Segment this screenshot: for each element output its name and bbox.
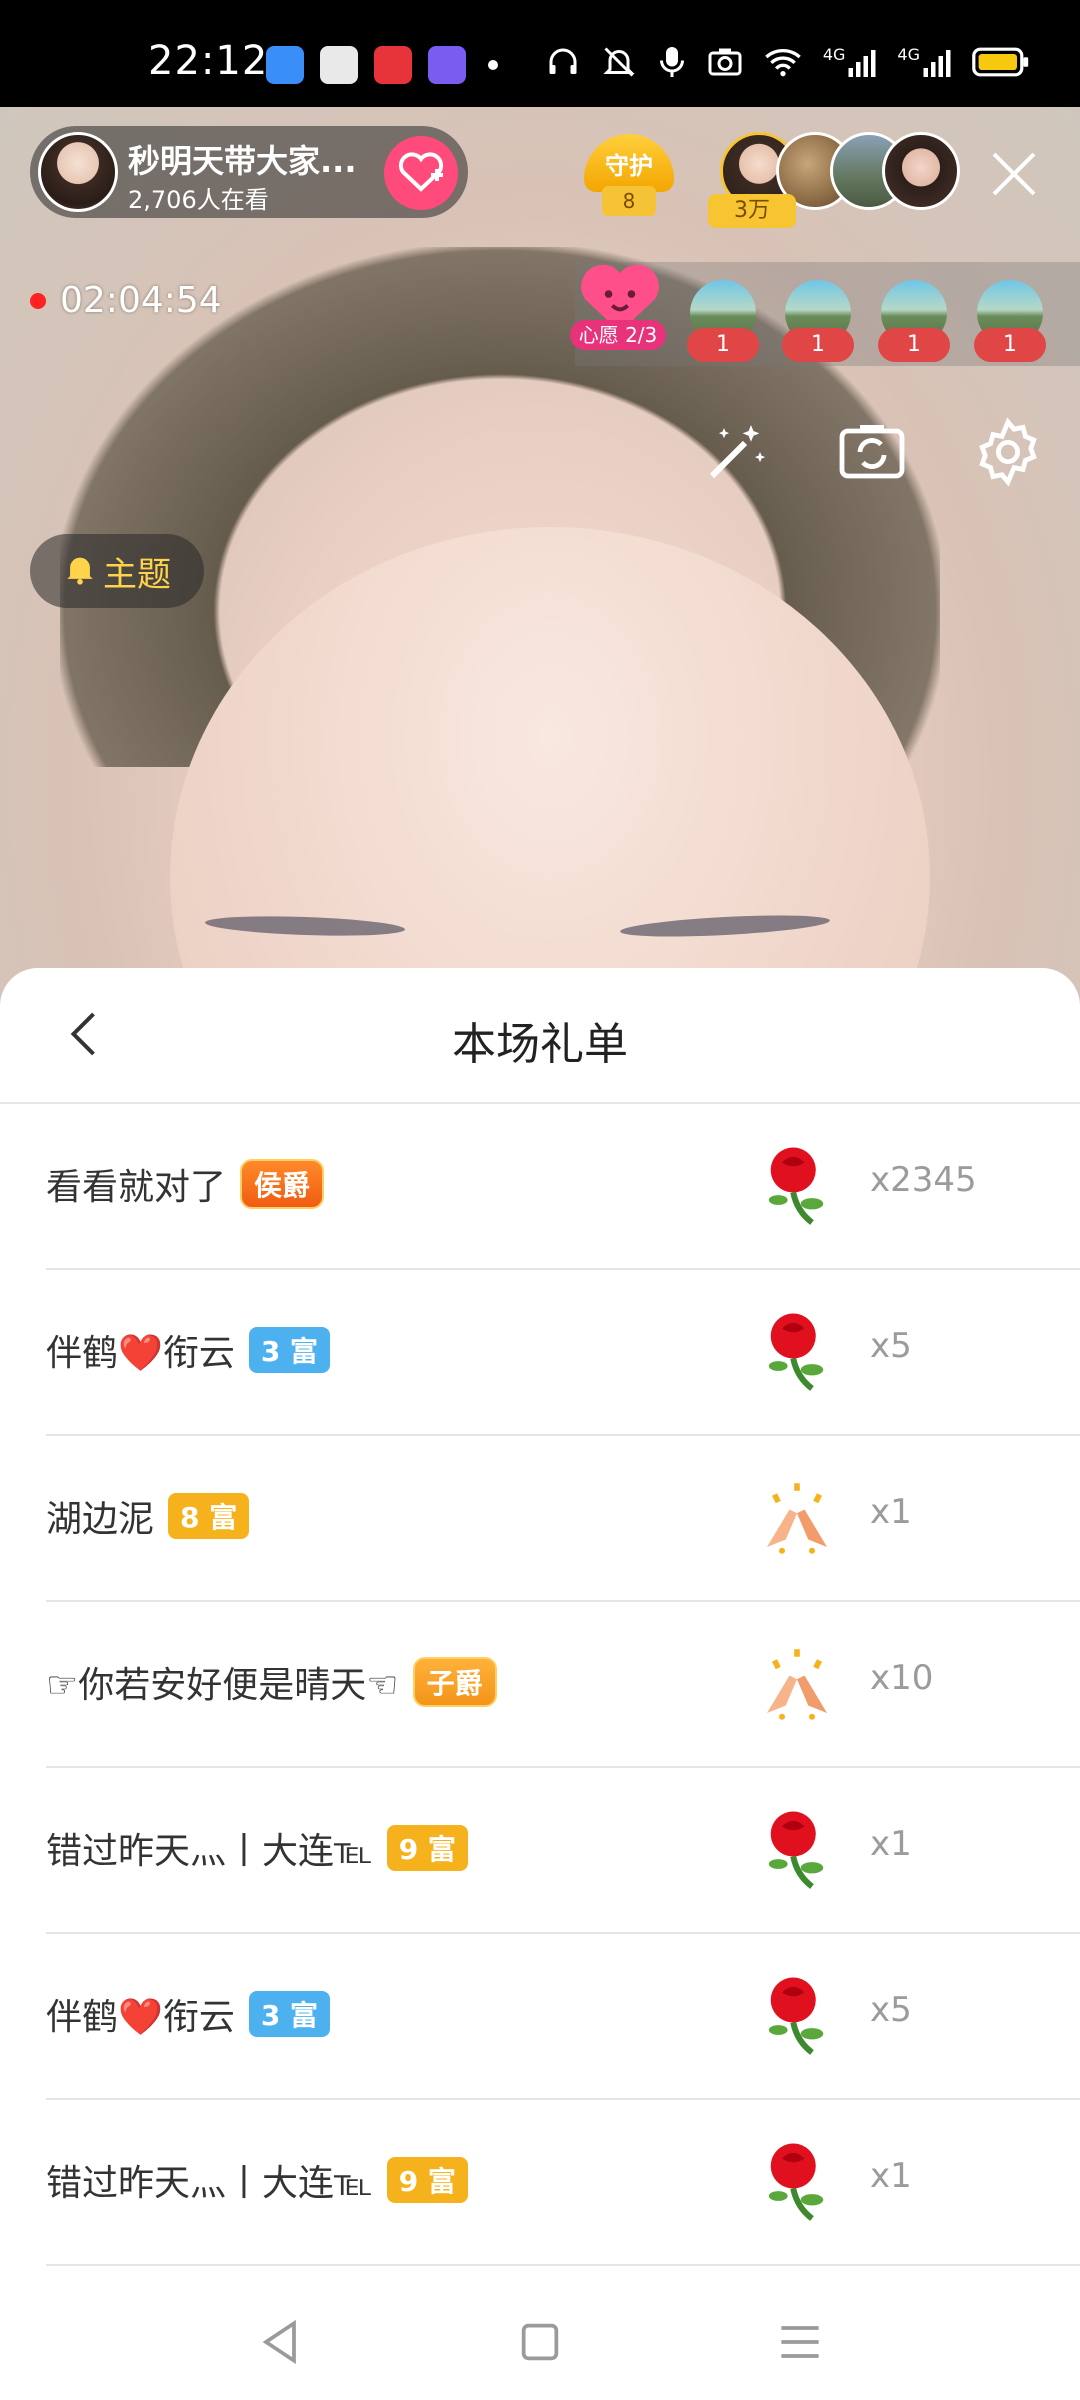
gift-quantity: x5 [870,1326,912,1366]
follow-button[interactable] [384,136,458,210]
rose-icon [752,1804,842,1894]
gifter: 看看就对了 侯爵 [46,1158,325,1210]
nav-back-button[interactable] [252,2314,308,2370]
gifter: 伴鹤❤️衔云 3 富 [46,1988,331,2040]
gifter: ☞你若安好便是晴天☜ 子爵 [46,1656,497,1708]
status-bar: 22:12 4G 4G [0,0,1080,107]
mute-bell-icon [601,44,637,80]
camera-icon [707,44,743,80]
guard-label: 守护 [584,134,674,192]
close-live-button[interactable] [984,144,1044,204]
list-item[interactable]: ☞你若安好便是晴天☜ 子爵 x10 [46,1602,1080,1768]
live-duration: 02:04:54 [60,280,222,321]
live-timer: 02:04:54 [30,280,222,321]
bell-icon [63,551,97,591]
signal-4g-icon: 4G [823,45,878,78]
system-nav-bar [0,2280,1080,2400]
noble-badge: 侯爵 [240,1159,325,1209]
status-time: 22:12 [148,38,269,84]
clapping-hands-icon [752,1638,842,1728]
wealth-badge: 9 富 [386,1825,468,1871]
gift-list: 看看就对了 侯爵 x2345 伴鹤❤️衔云 3 富 x5 湖边泥 8 富 x1 … [0,1104,1080,2266]
rose-icon [752,1970,842,2060]
wish-gift-count: 1 [687,328,759,362]
gifter-name: 伴鹤❤️衔云 [46,1333,235,1374]
wealth-badge: 8 富 [168,1493,250,1539]
gift-quantity: x10 [870,1658,934,1698]
switch-camera-button[interactable] [836,416,908,488]
status-indicators: 4G 4G [545,44,1030,80]
list-item[interactable]: 湖边泥 8 富 x1 [46,1436,1080,1602]
wealth-badge: 3 富 [248,1991,331,2037]
microphone-icon [657,44,687,80]
gifter: 湖边泥 8 富 [46,1490,250,1542]
list-item[interactable]: 看看就对了 侯爵 x2345 [46,1104,1080,1270]
guard-badge[interactable]: 守护 8 [584,134,674,218]
gifter-name: 错过昨天灬丨大连℡ [46,1831,373,1872]
square-home-icon [512,2323,568,2374]
settings-button[interactable] [972,416,1044,488]
wifi-icon [763,44,803,80]
viewer-avatar[interactable] [882,132,960,210]
streamer-name: 秒明天带大家... [128,142,357,180]
signal-4g-icon-2: 4G [897,45,952,78]
list-item[interactable]: 错过昨天灬丨大连℡ 9 富 x1 [46,2100,1080,2266]
wish-gift-count: 1 [878,328,950,362]
close-icon [984,152,1044,208]
gifter-name: ☞你若安好便是晴天☜ [46,1665,399,1706]
browser-icon [266,46,304,84]
list-item[interactable]: 错过昨天灬丨大连℡ 9 富 x1 [46,1768,1080,1934]
magic-wand-icon [700,425,772,492]
heart-plus-icon [397,149,445,197]
gifter-name: 湖边泥 [46,1499,155,1540]
gift-list-sheet: 本场礼单 看看就对了 侯爵 x2345 伴鹤❤️衔云 3 富 x5 湖边泥 8 … [0,968,1080,2400]
contribution-badge: 3万 [708,194,796,228]
clapping-hands-icon [752,1472,842,1562]
triangle-back-icon [252,2319,308,2374]
notification-dot-icon [488,60,498,70]
theme-label: 主题 [103,554,171,595]
guard-count: 8 [602,186,656,216]
gifter-name: 错过昨天灬丨大连℡ [46,2163,373,2204]
wish-gift-count: 1 [974,328,1046,362]
viewer-count: 2,706人在看 [128,186,269,214]
nav-home-button[interactable] [512,2314,568,2370]
gift-quantity: x2345 [870,1160,977,1200]
gift-quantity: x1 [870,1492,912,1532]
gift-quantity: x1 [870,1824,912,1864]
sheet-title: 本场礼单 [452,1019,628,1070]
sheet-header: 本场礼单 [0,968,1080,1104]
nav-menu-button[interactable] [772,2314,828,2370]
editor-icon [428,46,466,84]
list-item[interactable]: 伴鹤❤️衔云 3 富 x5 [46,1270,1080,1436]
noble-badge: 子爵 [412,1657,497,1707]
recording-dot-icon [30,292,46,309]
streamer-avatar[interactable] [38,132,118,212]
gear-icon [972,417,1044,492]
headphones-icon [545,44,581,80]
status-app-icons [266,46,498,84]
app-icon [320,46,358,84]
theme-button[interactable]: 主题 [30,534,204,608]
gifter: 错过昨天灬丨大连℡ 9 富 [46,2154,468,2206]
rose-icon [752,2136,842,2226]
wealth-badge: 9 富 [386,2157,468,2203]
menu-lines-icon [772,2326,828,2374]
wish-progress: 心愿 2/3 [570,320,666,350]
rose-icon [752,1306,842,1396]
beauty-filter-button[interactable] [700,416,772,488]
switch-camera-icon [836,425,908,492]
gifter: 伴鹤❤️衔云 3 富 [46,1324,331,1376]
gifter: 错过昨天灬丨大连℡ 9 富 [46,1822,468,1874]
gifter-name: 伴鹤❤️衔云 [46,1997,235,2038]
gift-quantity: x1 [870,2156,912,2196]
video-icon [374,46,412,84]
gifter-name: 看看就对了 [46,1167,227,1208]
rose-icon [752,1140,842,1230]
list-item[interactable]: 伴鹤❤️衔云 3 富 x5 [46,1934,1080,2100]
battery-icon [972,46,1030,78]
wish-gift-count: 1 [782,328,854,362]
wealth-badge: 3 富 [248,1327,331,1373]
gift-quantity: x5 [870,1990,912,2030]
